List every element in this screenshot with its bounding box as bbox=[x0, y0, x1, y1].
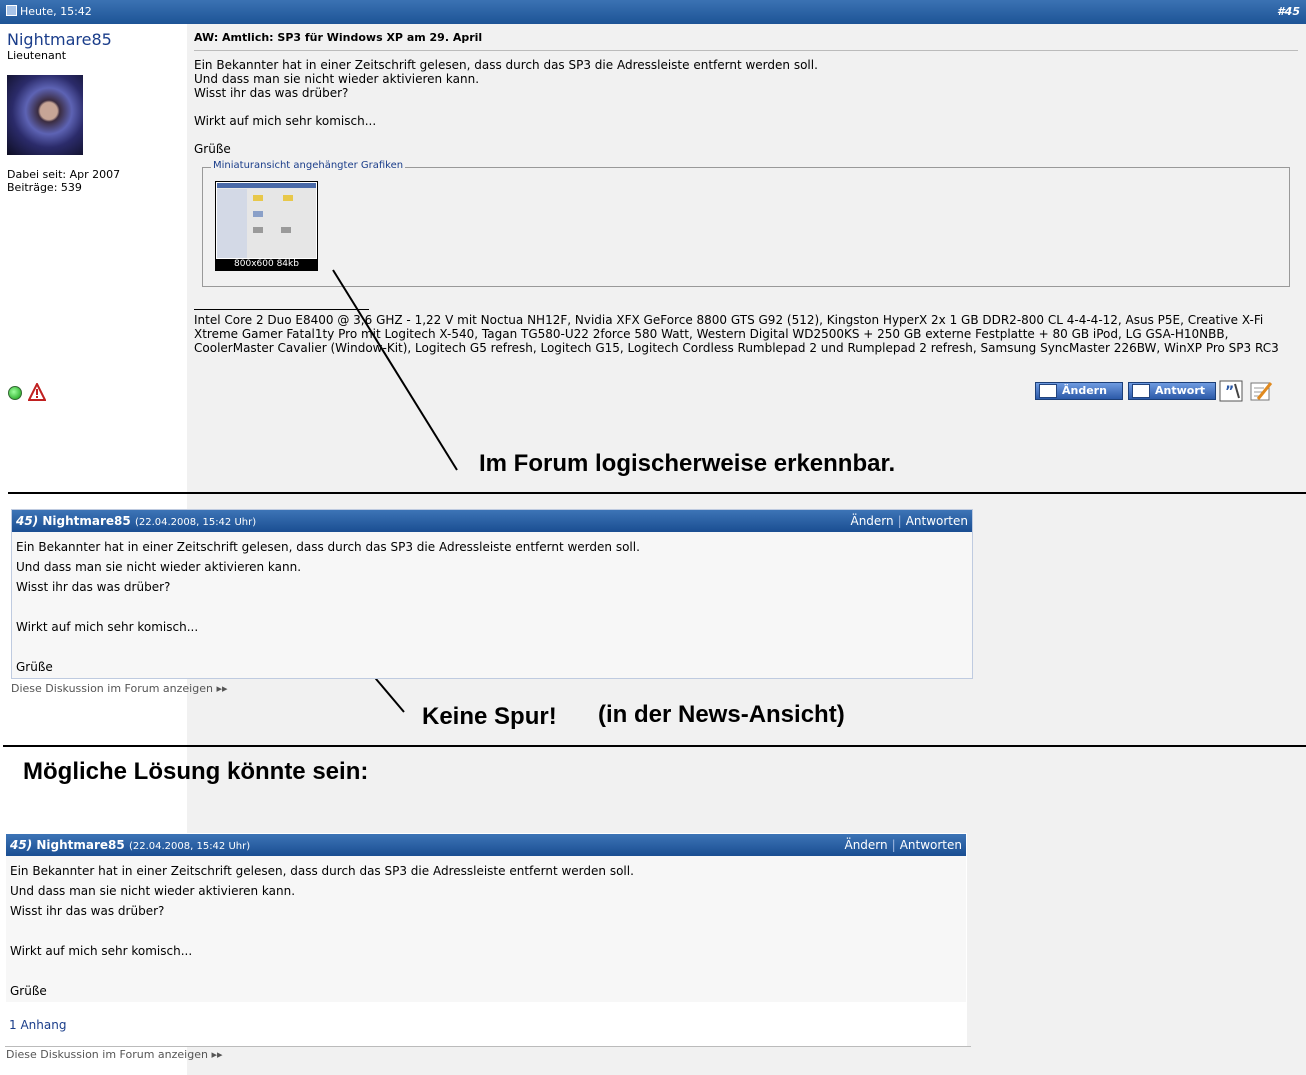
news-line: Ein Bekannter hat in einer Zeitschrift g… bbox=[16, 540, 640, 554]
news-line: Und dass man sie nicht wieder aktivieren… bbox=[10, 884, 296, 898]
attachment-link[interactable]: 1 Anhang bbox=[9, 1018, 66, 1032]
section-separator bbox=[3, 745, 1306, 747]
footer-divider bbox=[5, 1046, 971, 1047]
news-actions: Ändern | Antworten bbox=[844, 838, 962, 852]
news-line: Und dass man sie nicht wieder aktivieren… bbox=[16, 560, 302, 574]
double-arrow-icon: ▸▸ bbox=[211, 1048, 223, 1061]
view-in-forum-link[interactable]: Diese Diskussion im Forum anzeigen ▸▸ bbox=[6, 1048, 222, 1061]
news-line: Wisst ihr das was drüber? bbox=[16, 580, 171, 594]
news-number: 45) bbox=[10, 838, 33, 852]
news-line: Ein Bekannter hat in einer Zeitschrift g… bbox=[10, 864, 634, 878]
news-title: 45) Nightmare85 (22.04.2008, 15:42 Uhr) bbox=[16, 514, 256, 528]
news-body: Ein Bekannter hat in einer Zeitschrift g… bbox=[6, 856, 966, 1002]
news-actions: Ändern | Antworten bbox=[850, 514, 968, 528]
news-reply-link[interactable]: Antworten bbox=[906, 514, 968, 528]
double-arrow-icon: ▸▸ bbox=[216, 682, 228, 695]
view-in-forum-text: Diese Diskussion im Forum anzeigen bbox=[6, 1048, 208, 1061]
news-header: 45) Nightmare85 (22.04.2008, 15:42 Uhr) … bbox=[6, 834, 966, 856]
news-line: Grüße bbox=[16, 660, 53, 674]
news-number: 45) bbox=[16, 514, 39, 528]
news-body: Ein Bekannter hat in einer Zeitschrift g… bbox=[12, 532, 972, 678]
news-post-current: 45) Nightmare85 (22.04.2008, 15:42 Uhr) … bbox=[11, 509, 973, 679]
news-author[interactable]: Nightmare85 bbox=[42, 514, 130, 528]
news-header: 45) Nightmare85 (22.04.2008, 15:42 Uhr) … bbox=[12, 510, 972, 532]
view-in-forum-link[interactable]: Diese Diskussion im Forum anzeigen ▸▸ bbox=[11, 682, 227, 695]
news-edit-link[interactable]: Ändern bbox=[850, 514, 893, 528]
section-separator bbox=[8, 492, 1306, 494]
news-line: Wirkt auf mich sehr komisch... bbox=[10, 944, 193, 958]
view-in-forum-text: Diese Diskussion im Forum anzeigen bbox=[11, 682, 213, 695]
news-post-proposed: 45) Nightmare85 (22.04.2008, 15:42 Uhr) … bbox=[5, 833, 967, 1046]
annotation-forum-visible: Im Forum logischerweise erkennbar. bbox=[479, 450, 896, 477]
news-edit-link[interactable]: Ändern bbox=[844, 838, 887, 852]
news-line: Wisst ihr das was drüber? bbox=[10, 904, 165, 918]
news-title: 45) Nightmare85 (22.04.2008, 15:42 Uhr) bbox=[10, 838, 250, 852]
news-author[interactable]: Nightmare85 bbox=[36, 838, 124, 852]
news-reply-link[interactable]: Antworten bbox=[900, 838, 962, 852]
news-line: Grüße bbox=[10, 984, 47, 998]
news-line: Wirkt auf mich sehr komisch... bbox=[16, 620, 199, 634]
news-date: (22.04.2008, 15:42 Uhr) bbox=[128, 841, 251, 852]
news-date: (22.04.2008, 15:42 Uhr) bbox=[134, 517, 257, 528]
annotation-news-view: (in der News-Ansicht) bbox=[598, 701, 845, 728]
annotation-no-trace: Keine Spur! bbox=[422, 703, 557, 730]
annotation-solution: Mögliche Lösung könnte sein: bbox=[23, 758, 369, 785]
